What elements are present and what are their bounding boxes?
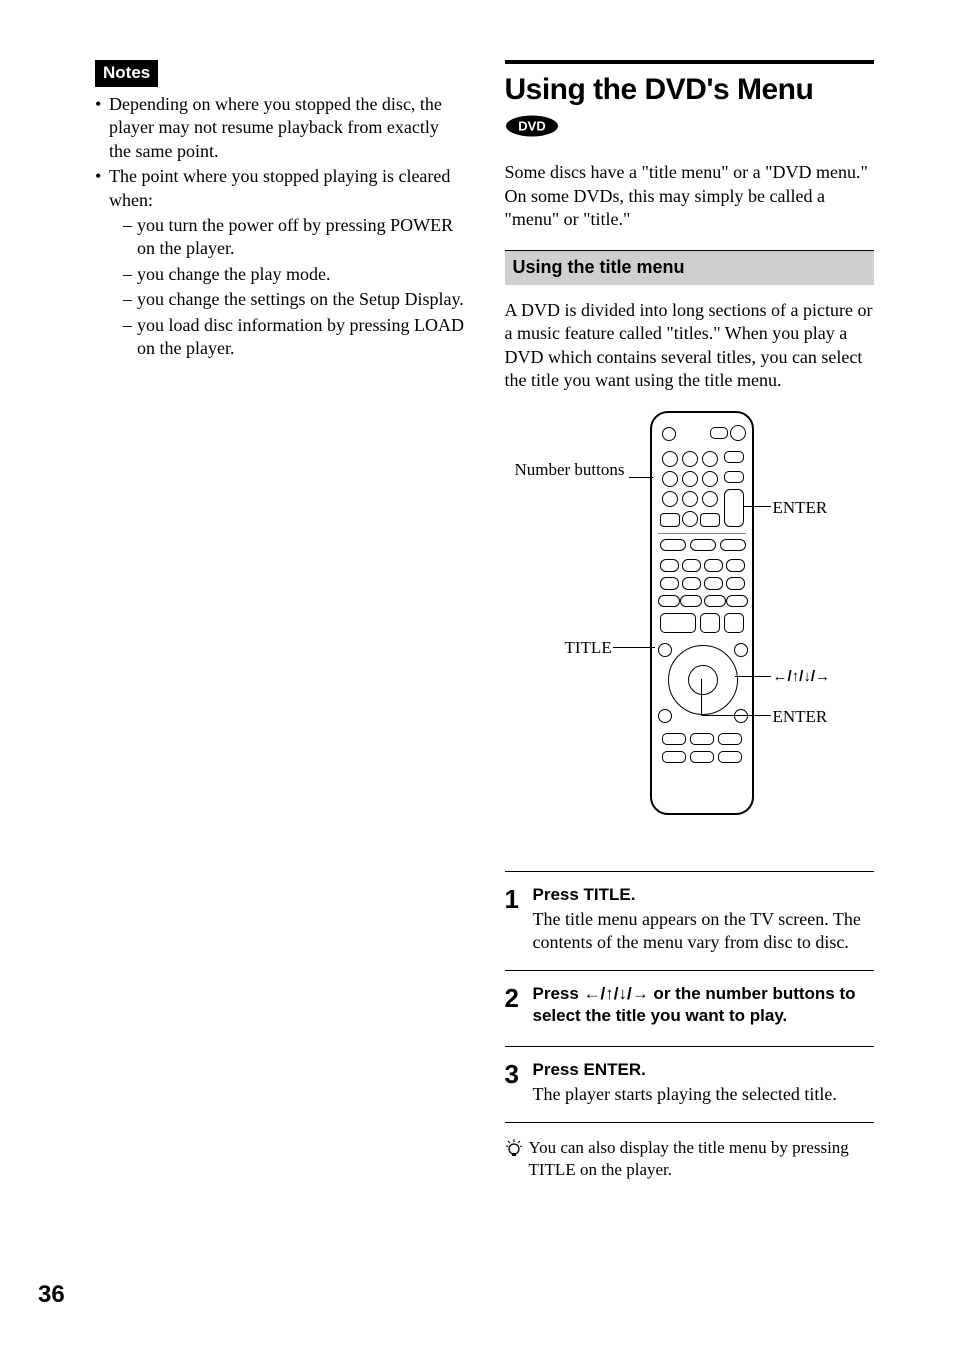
svg-text:DVD: DVD <box>518 119 545 134</box>
note-sublist: you turn the power off by pressing POWER… <box>123 214 465 360</box>
step-lead: Press TITLE. <box>533 884 875 906</box>
page-number: 36 <box>38 1279 65 1310</box>
section-title: Using the DVD's Menu <box>505 70 875 109</box>
left-column: Notes Depending on where you stopped the… <box>95 60 465 1181</box>
step-number: 2 <box>505 983 533 1029</box>
note-subitem: you change the play mode. <box>123 263 465 286</box>
step-lead: Press ENTER. <box>533 1059 875 1081</box>
dvd-badge-icon: DVD <box>505 115 559 137</box>
label-number-buttons: Number buttons <box>505 459 625 481</box>
note-text: Depending on where you stopped the disc,… <box>109 94 442 161</box>
notes-list: Depending on where you stopped the disc,… <box>95 93 465 360</box>
note-subitem: you load disc information by pressing LO… <box>123 314 465 361</box>
remote-illustration: Number buttons ENTER TITLE ←/↑/↓/→ ENTER <box>505 411 875 851</box>
step-2: 2 Press ←/↑/↓/→ or the number buttons to… <box>505 977 875 1039</box>
tip-text: You can also display the title menu by p… <box>529 1137 875 1181</box>
right-column: Using the DVD's Menu DVD Some discs have… <box>505 60 875 1181</box>
intro-text: Some discs have a "title menu" or a "DVD… <box>505 161 875 231</box>
label-arrows: ←/↑/↓/→ <box>773 667 831 687</box>
note-subitem: you turn the power off by pressing POWER… <box>123 214 465 261</box>
step-desc: The title menu appears on the TV screen.… <box>533 908 875 955</box>
tip-icon <box>505 1138 523 1158</box>
notes-label: Notes <box>95 60 158 87</box>
step-number: 3 <box>505 1059 533 1106</box>
step-3: 3 Press ENTER. The player starts playing… <box>505 1053 875 1116</box>
note-item: The point where you stopped playing is c… <box>95 165 465 360</box>
note-item: Depending on where you stopped the disc,… <box>95 93 465 163</box>
label-title: TITLE <box>565 637 612 659</box>
step-lead: Press ←/↑/↓/→ or the number buttons to s… <box>533 983 875 1027</box>
note-subitem: you change the settings on the Setup Dis… <box>123 288 465 311</box>
step-desc: The player starts playing the selected t… <box>533 1083 875 1106</box>
subsection-intro: A DVD is divided into long sections of a… <box>505 299 875 393</box>
label-enter-top: ENTER <box>773 497 828 519</box>
note-text: The point where you stopped playing is c… <box>109 166 450 209</box>
step-number: 1 <box>505 884 533 955</box>
label-enter-bottom: ENTER <box>773 706 828 728</box>
subsection-heading: Using the title menu <box>505 250 875 285</box>
tip: You can also display the title menu by p… <box>505 1137 875 1181</box>
step-1: 1 Press TITLE. The title menu appears on… <box>505 878 875 965</box>
